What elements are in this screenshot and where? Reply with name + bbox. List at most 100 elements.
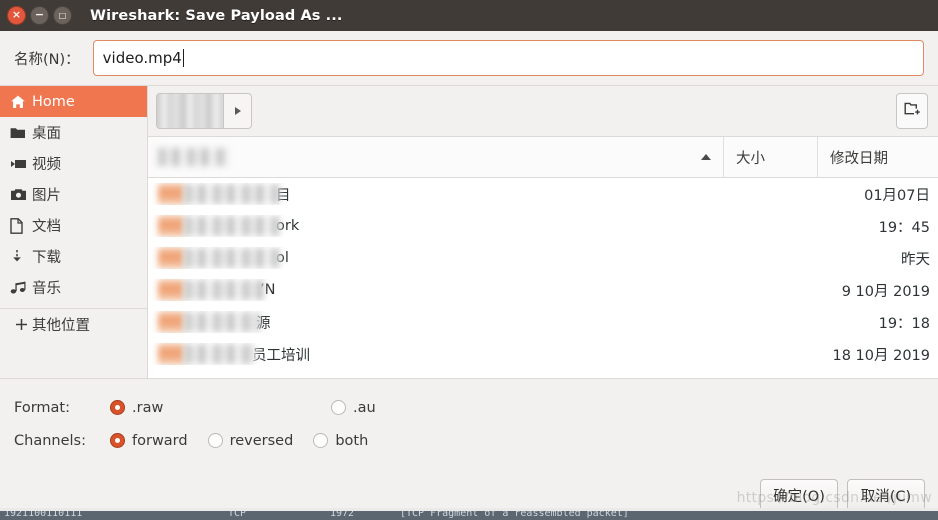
close-button[interactable]: × bbox=[7, 6, 26, 25]
column-header-modified[interactable]: 修改日期 bbox=[818, 137, 938, 177]
window-title: Wireshark: Save Payload As ... bbox=[90, 7, 343, 24]
sidebar-item-label: 文档 bbox=[32, 219, 61, 235]
file-browser: 大小 修改日期 目 01月07日 ork 19：45 ol 昨天 ’N 9 10… bbox=[148, 86, 938, 378]
download-icon bbox=[10, 249, 32, 265]
radio-channels-reversed[interactable]: reversed bbox=[207, 432, 294, 449]
table-row[interactable]: 源 19：18 bbox=[148, 306, 938, 338]
column-header-size[interactable]: 大小 bbox=[724, 137, 818, 177]
plus-icon bbox=[10, 318, 32, 331]
new-folder-icon bbox=[904, 101, 921, 121]
radio-channels-both-label: both bbox=[335, 432, 369, 449]
format-row: Format: .raw .au bbox=[14, 391, 938, 424]
radio-format-raw-label: .raw bbox=[132, 399, 164, 416]
packet-col-protocol: TCP bbox=[228, 511, 247, 519]
breadcrumb-item[interactable] bbox=[156, 93, 223, 129]
file-name-cell: ol bbox=[148, 247, 724, 269]
file-list[interactable]: 目 01月07日 ork 19：45 ol 昨天 ’N 9 10月 2019 源… bbox=[148, 178, 938, 378]
packet-col-length: 1972 bbox=[330, 511, 355, 519]
path-bar bbox=[148, 86, 938, 137]
redacted-folder-icon bbox=[158, 279, 184, 301]
folder-icon bbox=[10, 126, 32, 140]
redacted-folder-icon bbox=[158, 343, 184, 365]
sidebar-item-home[interactable]: Home bbox=[0, 86, 147, 117]
radio-selected-icon bbox=[110, 433, 125, 448]
packet-col-no: 1921100110111 bbox=[4, 511, 83, 519]
sidebar-item-pictures[interactable]: 图片 bbox=[0, 179, 147, 210]
sidebar-item-label: Home bbox=[32, 93, 75, 110]
radio-format-au-label: .au bbox=[353, 399, 376, 416]
close-icon: × bbox=[11, 8, 22, 21]
table-row[interactable]: ol 昨天 bbox=[148, 242, 938, 274]
packet-list-row: 1921100110111 TCP 1972 [TCP Fragment of … bbox=[0, 511, 938, 520]
minimize-icon: − bbox=[34, 8, 45, 21]
file-name-cell: ork bbox=[148, 215, 724, 237]
sidebar-item-label: 图片 bbox=[32, 188, 61, 204]
minimize-button[interactable]: − bbox=[30, 6, 49, 25]
format-label: Format: bbox=[14, 399, 70, 416]
sidebar-item-label: 桌面 bbox=[32, 126, 61, 142]
save-payload-dialog: × − □ Wireshark: Save Payload As ... 名称(… bbox=[0, 0, 938, 520]
redacted-path-label bbox=[157, 94, 223, 128]
radio-format-raw[interactable]: .raw bbox=[110, 400, 325, 416]
sidebar-item-other-locations[interactable]: 其他位置 bbox=[0, 309, 147, 340]
radio-unselected-icon bbox=[313, 433, 329, 448]
maximize-icon: □ bbox=[58, 10, 67, 20]
redacted-file-name bbox=[184, 280, 264, 300]
video-icon bbox=[10, 158, 32, 170]
file-name-cell: 源 bbox=[148, 311, 724, 333]
name-label: 名称(N)： bbox=[14, 51, 80, 68]
radio-channels-forward[interactable]: forward bbox=[110, 433, 188, 449]
create-folder-button[interactable] bbox=[896, 93, 928, 129]
file-modified-cell: 19：18 bbox=[878, 315, 930, 332]
maximize-button[interactable]: □ bbox=[53, 6, 72, 25]
sidebar-item-music[interactable]: 音乐 bbox=[0, 272, 147, 303]
redacted-folder-icon bbox=[158, 215, 184, 237]
file-modified-cell: 01月07日 bbox=[864, 187, 930, 204]
ok-button[interactable]: 确定(O) bbox=[760, 478, 838, 512]
redacted-folder-icon bbox=[158, 311, 184, 333]
sidebar-item-label: 音乐 bbox=[32, 281, 61, 297]
file-modified-cell: 昨天 bbox=[901, 251, 930, 268]
radio-selected-icon bbox=[110, 400, 125, 415]
table-row[interactable]: 员工培训 18 10月 2019 bbox=[148, 338, 938, 370]
cancel-button[interactable]: 取消(C) bbox=[847, 478, 925, 512]
background-wireshark-window: 1921100110111 TCP 1972 [TCP Fragment of … bbox=[0, 508, 938, 520]
column-header-size-label: 大小 bbox=[736, 150, 765, 167]
name-row: 名称(N)： video.mp4 bbox=[0, 31, 938, 85]
table-row[interactable]: ’N 9 10月 2019 bbox=[148, 274, 938, 306]
column-header-name[interactable] bbox=[148, 137, 724, 177]
filename-input[interactable]: video.mp4 bbox=[92, 40, 924, 76]
breadcrumb bbox=[156, 93, 252, 129]
window-controls: × − □ bbox=[0, 6, 72, 25]
sidebar-item-downloads[interactable]: 下载 bbox=[0, 241, 147, 272]
redacted-file-name bbox=[184, 248, 280, 268]
file-modified-cell: 19：45 bbox=[878, 219, 930, 236]
home-icon bbox=[10, 94, 32, 110]
sidebar-item-videos[interactable]: 视频 bbox=[0, 148, 147, 179]
radio-channels-forward-label: forward bbox=[132, 432, 188, 449]
packet-col-info: [TCP Fragment of a reassembled packet] bbox=[400, 511, 629, 519]
radio-unselected-icon bbox=[331, 400, 346, 415]
options-panel: Format: .raw .au Channels: forward rever… bbox=[0, 378, 938, 470]
filename-input-value: video.mp4 bbox=[102, 49, 182, 67]
radio-channels-both[interactable]: both bbox=[313, 433, 368, 449]
sort-ascending-icon bbox=[701, 154, 711, 160]
redacted-folder-icon bbox=[158, 247, 184, 269]
channels-label: Channels: bbox=[14, 432, 86, 449]
sidebar-item-label: 视频 bbox=[32, 157, 61, 173]
sidebar-item-label: 下载 bbox=[32, 250, 61, 266]
radio-channels-reversed-label: reversed bbox=[229, 432, 294, 449]
camera-icon bbox=[10, 188, 32, 201]
radio-format-au[interactable]: .au bbox=[331, 400, 376, 416]
sidebar-item-documents[interactable]: 文档 bbox=[0, 210, 147, 241]
breadcrumb-next-button[interactable] bbox=[223, 93, 252, 129]
file-name-cell: ’N bbox=[148, 279, 724, 301]
table-row[interactable]: 目 01月07日 bbox=[148, 178, 938, 210]
redacted-file-name bbox=[184, 344, 256, 364]
sidebar-item-label: 其他位置 bbox=[32, 318, 90, 334]
document-icon bbox=[10, 217, 32, 234]
sidebar-item-desktop[interactable]: 桌面 bbox=[0, 117, 147, 148]
redacted-column-name bbox=[158, 148, 228, 166]
redacted-file-name bbox=[184, 184, 280, 204]
table-row[interactable]: ork 19：45 bbox=[148, 210, 938, 242]
